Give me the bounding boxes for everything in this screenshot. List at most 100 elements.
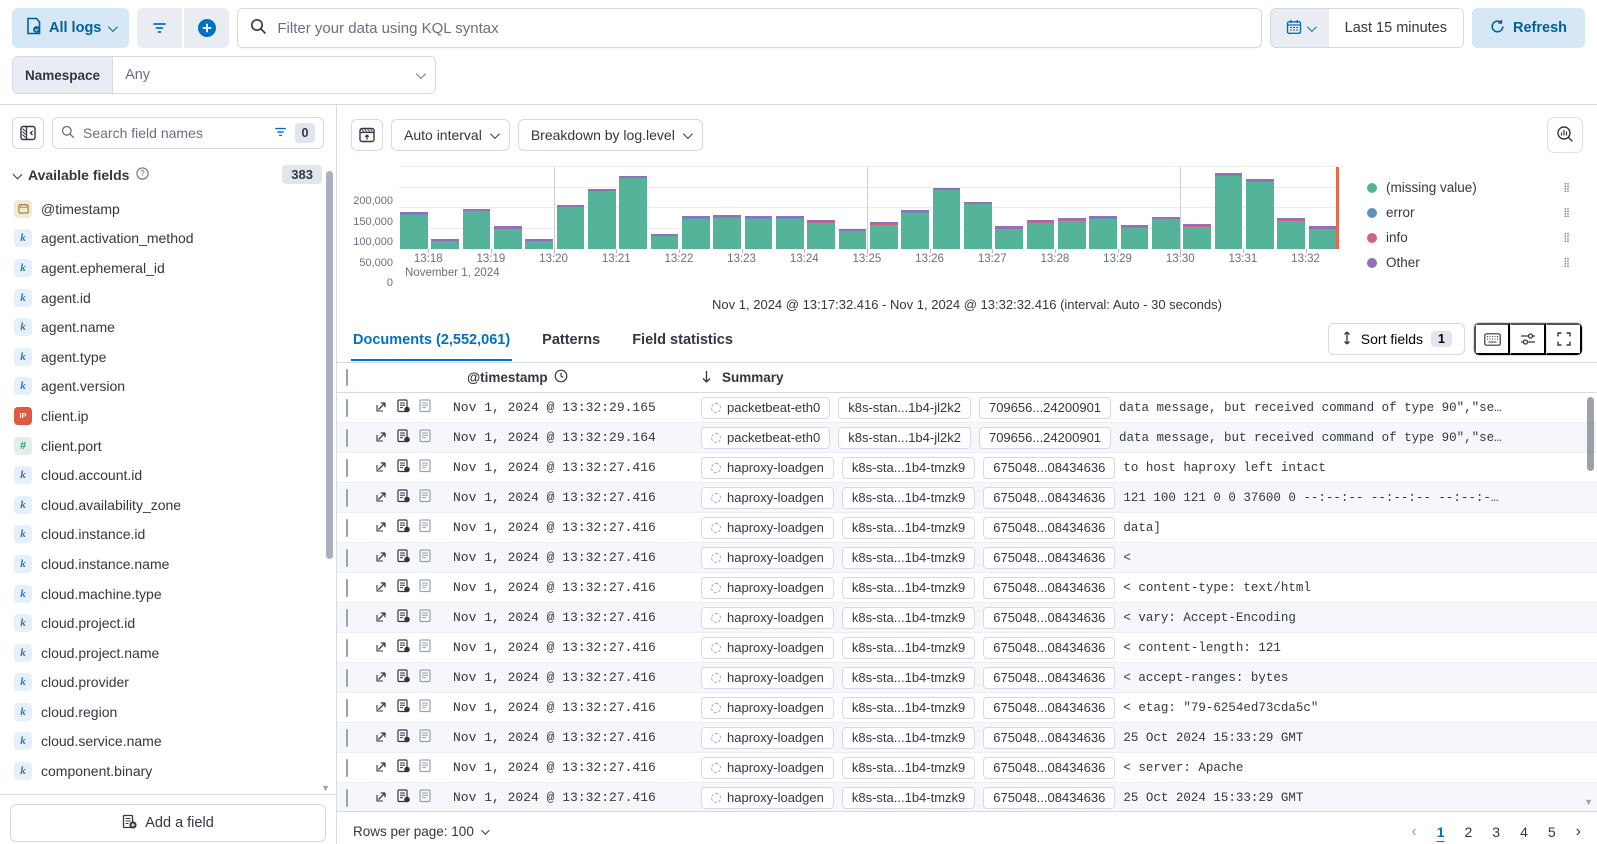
- display-options-button[interactable]: [1510, 323, 1546, 355]
- keyboard-shortcuts-button[interactable]: [1474, 323, 1510, 355]
- degraded-doc-icon[interactable]: [397, 789, 410, 806]
- stacktrace-doc-icon[interactable]: [419, 579, 431, 596]
- interval-dropdown[interactable]: Auto interval: [391, 119, 510, 151]
- service-badge[interactable]: haproxy-loadgen: [701, 457, 834, 479]
- histogram-bar[interactable]: [400, 212, 428, 249]
- expand-row-icon[interactable]: [375, 490, 388, 506]
- stacktrace-doc-icon[interactable]: [419, 399, 431, 416]
- pod-badge[interactable]: k8s-sta...1b4-tmzk9: [842, 457, 975, 479]
- expand-row-icon[interactable]: [375, 730, 388, 746]
- date-picker-calendar-button[interactable]: [1271, 9, 1329, 47]
- histogram-bar[interactable]: [995, 226, 1023, 249]
- row-checkbox[interactable]: [346, 399, 348, 417]
- stacktrace-doc-icon[interactable]: [419, 609, 431, 626]
- row-checkbox[interactable]: [346, 609, 348, 627]
- trace-id-badge[interactable]: 675048...08434636: [983, 547, 1115, 569]
- sidebar-scrollbar-thumb[interactable]: [326, 171, 333, 559]
- histogram-bar[interactable]: [1309, 226, 1337, 249]
- histogram-bar[interactable]: [1121, 225, 1149, 249]
- expand-row-icon[interactable]: [375, 760, 388, 776]
- legend-actions-icon[interactable]: ⣿: [1563, 182, 1569, 193]
- histogram-bar[interactable]: [1089, 216, 1117, 249]
- histogram-bar[interactable]: [619, 176, 647, 249]
- stacktrace-doc-icon[interactable]: [419, 669, 431, 686]
- field-item[interactable]: IP client.ip: [14, 401, 330, 431]
- row-checkbox[interactable]: [346, 579, 348, 597]
- histogram-bar[interactable]: [1277, 218, 1305, 249]
- row-checkbox[interactable]: [346, 789, 348, 807]
- legend-item[interactable]: Other ⣿: [1367, 250, 1591, 275]
- expand-row-icon[interactable]: [375, 400, 388, 416]
- stacktrace-doc-icon[interactable]: [419, 699, 431, 716]
- trace-id-badge[interactable]: 675048...08434636: [983, 607, 1115, 629]
- histogram-bar[interactable]: [807, 220, 835, 249]
- service-badge[interactable]: haproxy-loadgen: [701, 757, 834, 779]
- pod-badge[interactable]: k8s-stan...1b4-jl2k2: [838, 397, 971, 419]
- legend-actions-icon[interactable]: ⣿: [1563, 257, 1569, 268]
- service-badge[interactable]: haproxy-loadgen: [701, 487, 834, 509]
- histogram-bar[interactable]: [463, 209, 491, 249]
- field-item[interactable]: # client.port: [14, 431, 330, 461]
- field-item[interactable]: k cloud.provider: [14, 668, 330, 698]
- legend-item[interactable]: error ⣿: [1367, 200, 1591, 225]
- sort-fields-button[interactable]: Sort fields 1: [1328, 323, 1465, 355]
- histogram-bar[interactable]: [1058, 218, 1086, 249]
- histogram-bar[interactable]: [682, 216, 710, 249]
- service-badge[interactable]: haproxy-loadgen: [701, 667, 834, 689]
- grid-scrollbar-thumb[interactable]: [1587, 397, 1594, 471]
- expand-row-icon[interactable]: [375, 580, 388, 596]
- chart-plot-area[interactable]: 13:1813:1913:2013:2113:2213:2313:2413:25…: [399, 167, 1339, 249]
- row-checkbox[interactable]: [346, 699, 348, 717]
- expand-row-icon[interactable]: [375, 790, 388, 806]
- next-page-button[interactable]: ›: [1576, 823, 1581, 841]
- pod-badge[interactable]: k8s-sta...1b4-tmzk9: [842, 667, 975, 689]
- trace-id-badge[interactable]: 675048...08434636: [983, 577, 1115, 599]
- degraded-doc-icon[interactable]: [397, 399, 410, 416]
- rows-per-page-button[interactable]: Rows per page: 100: [353, 824, 487, 839]
- field-item[interactable]: k cloud.availability_zone: [14, 490, 330, 520]
- collapse-sidebar-button[interactable]: [12, 117, 44, 149]
- field-item[interactable]: k agent.ephemeral_id: [14, 253, 330, 283]
- degraded-doc-icon[interactable]: [397, 519, 410, 536]
- legend-item[interactable]: (missing value) ⣿: [1367, 175, 1591, 200]
- trace-id-badge[interactable]: 675048...08434636: [983, 727, 1115, 749]
- sort-descending-icon[interactable]: [701, 370, 712, 386]
- trace-id-badge[interactable]: 675048...08434636: [983, 457, 1115, 479]
- histogram-bar[interactable]: [745, 216, 773, 249]
- pod-badge[interactable]: k8s-sta...1b4-tmzk9: [842, 727, 975, 749]
- field-item[interactable]: k component.binary: [14, 756, 330, 786]
- row-checkbox[interactable]: [346, 549, 348, 567]
- field-item[interactable]: k cloud.service.name: [14, 727, 330, 757]
- namespace-select[interactable]: Namespace Any: [12, 56, 436, 94]
- refresh-button[interactable]: Refresh: [1472, 8, 1585, 48]
- field-filter-icon[interactable]: [274, 125, 287, 141]
- stacktrace-doc-icon[interactable]: [419, 759, 431, 776]
- service-badge[interactable]: haproxy-loadgen: [701, 637, 834, 659]
- select-all-checkbox[interactable]: [346, 369, 348, 386]
- service-badge[interactable]: packetbeat-eth0: [701, 397, 830, 419]
- degraded-doc-icon[interactable]: [397, 429, 410, 446]
- field-item[interactable]: @timestamp: [14, 194, 330, 224]
- tab-field-statistics[interactable]: Field statistics: [630, 324, 735, 361]
- filter-funnel-button[interactable]: [137, 8, 182, 48]
- field-item[interactable]: k cloud.instance.id: [14, 520, 330, 550]
- trace-id-badge[interactable]: 709656...24200901: [979, 397, 1111, 419]
- pod-badge[interactable]: k8s-sta...1b4-tmzk9: [842, 487, 975, 509]
- trace-id-badge[interactable]: 675048...08434636: [983, 517, 1115, 539]
- service-badge[interactable]: packetbeat-eth0: [701, 427, 830, 449]
- kql-search-input[interactable]: [277, 20, 1248, 37]
- expand-row-icon[interactable]: [375, 640, 388, 656]
- degraded-doc-icon[interactable]: [397, 759, 410, 776]
- stacktrace-doc-icon[interactable]: [419, 729, 431, 746]
- timestamp-column-header[interactable]: @timestamp: [467, 370, 548, 385]
- row-checkbox[interactable]: [346, 459, 348, 477]
- row-checkbox[interactable]: [346, 489, 348, 507]
- histogram-bar[interactable]: [494, 226, 522, 249]
- histogram-bar[interactable]: [964, 202, 992, 249]
- histogram-bar[interactable]: [1246, 179, 1274, 249]
- histogram-bar[interactable]: [839, 229, 867, 249]
- field-item[interactable]: k agent.version: [14, 372, 330, 402]
- service-badge[interactable]: haproxy-loadgen: [701, 577, 834, 599]
- row-checkbox[interactable]: [346, 669, 348, 687]
- field-item[interactable]: k agent.name: [14, 312, 330, 342]
